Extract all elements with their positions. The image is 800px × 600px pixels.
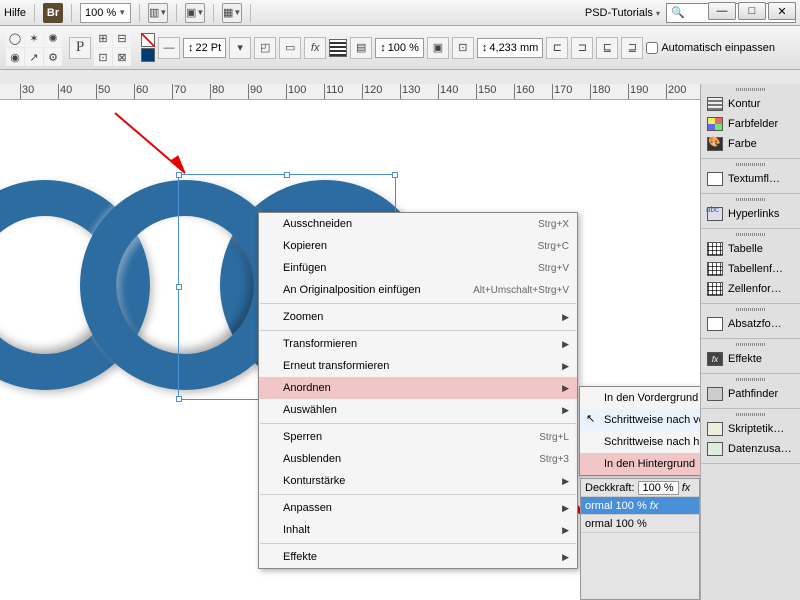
ctx-paste-in-place[interactable]: An Originalposition einfügenAlt+Umschalt… bbox=[259, 279, 577, 301]
panel-zellenformat[interactable]: Zellenfor… bbox=[701, 279, 800, 299]
ctx-transform[interactable]: Transformieren▶ bbox=[259, 333, 577, 355]
panel-datenzusammen[interactable]: Datenzusa… bbox=[701, 439, 800, 459]
stroke-style-button[interactable]: — bbox=[158, 37, 180, 59]
fx-icon: fx bbox=[650, 500, 659, 512]
object-options-icon[interactable]: ▭ bbox=[279, 37, 301, 59]
panel-tabellenformat[interactable]: Tabellenf… bbox=[701, 259, 800, 279]
panel-dock: Kontur Farbfelder Farbe Textumfl… abcHyp… bbox=[700, 84, 800, 600]
view-options-button[interactable]: ▥▼ bbox=[148, 3, 168, 23]
fill-stroke-swatches[interactable] bbox=[141, 33, 155, 62]
layer-row-1[interactable]: ormal 100 %fx bbox=[581, 497, 699, 515]
type-tool[interactable]: P bbox=[69, 37, 91, 59]
text-frame-icon[interactable]: ▤ bbox=[350, 37, 372, 59]
align-4-icon[interactable]: ⊠ bbox=[113, 48, 131, 66]
textwrap-icon bbox=[707, 172, 723, 186]
annotation-arrow-1 bbox=[110, 108, 200, 188]
effects-icon: fx bbox=[707, 352, 723, 366]
color-icon bbox=[707, 137, 723, 151]
corner-options-icon[interactable]: ◰ bbox=[254, 37, 276, 59]
tool-gear-icon[interactable]: ⚙ bbox=[44, 48, 62, 66]
crop-icon[interactable]: ⊡ bbox=[452, 37, 474, 59]
tool-cluster: ◯ ✶ ✺ ◉ ↗ ⚙ bbox=[6, 29, 66, 66]
opacity-row[interactable]: Deckkraft:100 %fx bbox=[581, 479, 699, 497]
control-toolbar: ◯ ✶ ✺ ◉ ↗ ⚙ P ⊞ ⊟ ⊡ ⊠ — ↕ 22 Pt ▾ ◰ ▭ fx… bbox=[0, 26, 800, 70]
context-menu: AusschneidenStrg+X KopierenStrg+C Einfüg… bbox=[258, 212, 578, 569]
align-icons: ⊞ ⊟ ⊡ ⊠ bbox=[94, 29, 138, 66]
arrange-docs-button[interactable]: ▦▼ bbox=[222, 3, 242, 23]
menu-help[interactable]: Hilfe bbox=[4, 7, 26, 19]
panel-hyperlinks[interactable]: abcHyperlinks bbox=[701, 204, 800, 224]
auto-fit-checkbox[interactable]: Automatisch einpassen bbox=[646, 42, 775, 54]
cell-format-icon bbox=[707, 282, 723, 296]
align-2-icon[interactable]: ⊟ bbox=[113, 29, 131, 47]
tool-spiral-icon[interactable]: ◉ bbox=[6, 48, 24, 66]
hyperlinks-icon: abc bbox=[707, 207, 723, 221]
panel-tabelle[interactable]: Tabelle bbox=[701, 239, 800, 259]
data-merge-icon bbox=[707, 442, 723, 456]
align-1-icon[interactable]: ⊞ bbox=[94, 29, 112, 47]
zoom-level[interactable]: 100 %▼ bbox=[80, 3, 131, 23]
cursor-icon: ↖ bbox=[586, 412, 595, 425]
frame-fit-4-icon[interactable]: ⊒ bbox=[621, 37, 643, 59]
panel-farbfelder[interactable]: Farbfelder bbox=[701, 114, 800, 134]
ctx-lock[interactable]: SperrenStrg+L bbox=[259, 426, 577, 448]
menubar: Hilfe Br 100 %▼ ▥▼ ▣▼ ▦▼ PSD-Tutorials ▾… bbox=[0, 0, 800, 26]
screen-mode-button[interactable]: ▣▼ bbox=[185, 3, 205, 23]
align-3-icon[interactable]: ⊡ bbox=[94, 48, 112, 66]
ctx-zoom[interactable]: Zoomen▶ bbox=[259, 306, 577, 328]
layers-mini-panel: Deckkraft:100 %fx ormal 100 %fx ormal 10… bbox=[580, 478, 700, 600]
panel-absatzformate[interactable]: Absatzfo… bbox=[701, 314, 800, 334]
ctx-copy[interactable]: KopierenStrg+C bbox=[259, 235, 577, 257]
ctx-content[interactable]: Inhalt▶ bbox=[259, 519, 577, 541]
fx-button[interactable]: fx bbox=[304, 37, 326, 59]
ctx-hide[interactable]: AusblendenStrg+3 bbox=[259, 448, 577, 470]
frame-fit-3-icon[interactable]: ⊑ bbox=[596, 37, 618, 59]
panel-kontur[interactable]: Kontur bbox=[701, 94, 800, 114]
stroke-icon bbox=[707, 97, 723, 111]
panel-text-wrap[interactable]: Textumfl… bbox=[701, 169, 800, 189]
ctx-fit[interactable]: Anpassen▶ bbox=[259, 497, 577, 519]
dimension-field[interactable]: ↕ 4,233 mm bbox=[477, 38, 543, 58]
close-button[interactable]: ✕ bbox=[768, 2, 796, 20]
window-controls: — □ ✕ bbox=[708, 2, 796, 20]
horizontal-ruler: 3040506070809010011012013014015016017018… bbox=[0, 84, 700, 100]
panel-farbe[interactable]: Farbe bbox=[701, 134, 800, 154]
swatches-icon bbox=[707, 117, 723, 131]
minimize-button[interactable]: — bbox=[708, 2, 736, 20]
tool-arrow-icon[interactable]: ↗ bbox=[25, 48, 43, 66]
fx-icon[interactable]: fx bbox=[682, 482, 691, 494]
search-icon: 🔍 bbox=[671, 6, 685, 19]
table-icon bbox=[707, 242, 723, 256]
tool-burst-icon[interactable]: ✺ bbox=[44, 29, 62, 47]
frame-fit-1-icon[interactable]: ⊏ bbox=[546, 37, 568, 59]
table-format-icon bbox=[707, 262, 723, 276]
maximize-button[interactable]: □ bbox=[738, 2, 766, 20]
wrap-icon[interactable]: ▣ bbox=[427, 37, 449, 59]
ctx-cut[interactable]: AusschneidenStrg+X bbox=[259, 213, 577, 235]
font-size-field[interactable]: ↕ 22 Pt bbox=[183, 38, 226, 58]
bridge-button[interactable]: Br bbox=[43, 3, 63, 23]
ctx-paste[interactable]: EinfügenStrg+V bbox=[259, 257, 577, 279]
layer-row-2[interactable]: ormal 100 % bbox=[581, 515, 699, 533]
ctx-transform-again[interactable]: Erneut transformieren▶ bbox=[259, 355, 577, 377]
paragraph-styles-icon bbox=[707, 317, 723, 331]
frame-fit-2-icon[interactable]: ⊐ bbox=[571, 37, 593, 59]
tool-ellipse-icon[interactable]: ◯ bbox=[6, 29, 24, 47]
script-label-icon bbox=[707, 422, 723, 436]
dropdown-1[interactable]: ▾ bbox=[229, 37, 251, 59]
scale-field[interactable]: ↕ 100 % bbox=[375, 38, 424, 58]
panel-effekte[interactable]: fxEffekte bbox=[701, 349, 800, 369]
tool-star-icon[interactable]: ✶ bbox=[25, 29, 43, 47]
pathfinder-icon bbox=[707, 387, 723, 401]
panel-skriptetiketten[interactable]: Skriptetik… bbox=[701, 419, 800, 439]
brand-link[interactable]: PSD-Tutorials ▾ bbox=[585, 7, 660, 19]
ctx-effects[interactable]: Effekte▶ bbox=[259, 546, 577, 568]
ctx-stroke-weight[interactable]: Konturstärke▶ bbox=[259, 470, 577, 492]
paragraph-icon[interactable] bbox=[329, 39, 347, 57]
panel-pathfinder[interactable]: Pathfinder bbox=[701, 384, 800, 404]
ctx-select[interactable]: Auswählen▶ bbox=[259, 399, 577, 421]
ctx-arrange[interactable]: Anordnen▶ bbox=[259, 377, 577, 399]
